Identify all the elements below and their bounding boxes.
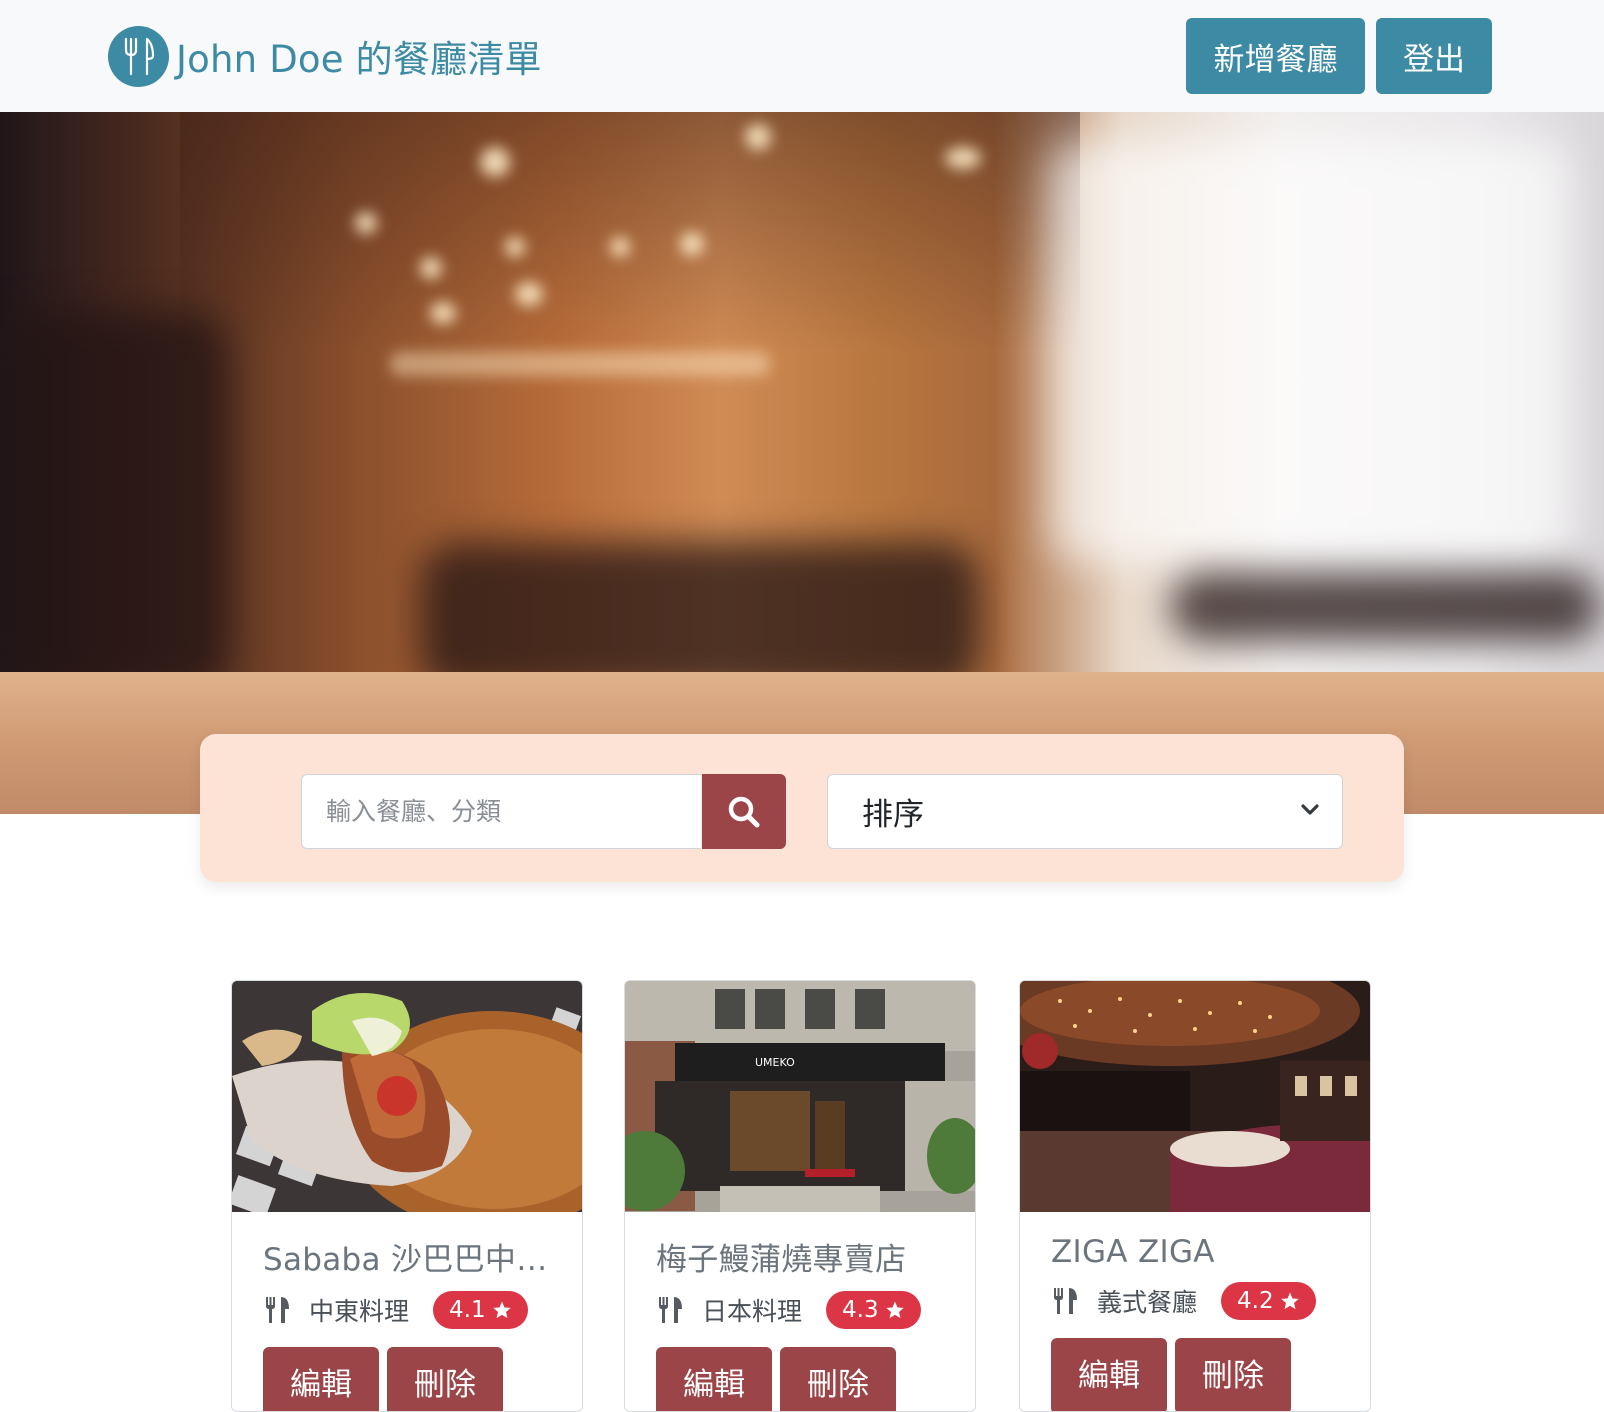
delete-button[interactable]: 刪除	[1175, 1338, 1291, 1411]
utensils-icon	[1054, 1288, 1077, 1314]
edit-button[interactable]: 編輯	[1051, 1338, 1167, 1411]
hero-banner	[0, 112, 1604, 814]
restaurant-card-body: 梅子鰻蒲燒專賣店 日本料理 4.3 編輯 刪除	[656, 1221, 959, 1411]
hero-light	[745, 124, 771, 150]
search-panel: 排序	[200, 734, 1404, 882]
delete-button[interactable]: 刪除	[780, 1347, 896, 1411]
hero-light	[505, 237, 525, 257]
restaurant-card-body: Sababa 沙巴巴中東美食 中東料理 4.1 編輯 刪除	[263, 1221, 566, 1411]
utensils-icon	[659, 1297, 682, 1323]
brand-link[interactable]: John Doe 的餐廳清單	[108, 25, 542, 87]
restaurant-meta: 中東料理 4.1	[263, 1289, 566, 1331]
logout-button[interactable]: 登出	[1376, 18, 1492, 94]
hero-bokeh-dark	[0, 312, 230, 692]
restaurant-card[interactable]: UMEKO 梅子鰻蒲燒專賣店 日本料理 4.3 編輯 刪除	[624, 980, 976, 1412]
star-icon	[492, 1301, 511, 1319]
rating-value: 4.1	[449, 1297, 486, 1323]
restaurant-photo: UMEKO	[625, 981, 975, 1212]
edit-button[interactable]: 編輯	[263, 1347, 379, 1411]
sort-selected-value: 排序	[862, 797, 924, 833]
hero-light	[945, 147, 981, 169]
brand-title: John Doe 的餐廳清單	[176, 38, 542, 81]
restaurant-category: 中東料理	[309, 1297, 410, 1326]
hero-light	[390, 352, 770, 376]
card-actions: 編輯 刪除	[656, 1347, 959, 1411]
rating-value: 4.2	[1237, 1288, 1274, 1314]
hero-bokeh-dark	[1170, 572, 1600, 642]
hero-light	[420, 257, 442, 279]
hero-light	[515, 282, 543, 306]
restaurant-photo	[1020, 981, 1370, 1212]
restaurant-card-body: ZIGA ZIGA 義式餐廳 4.2 編輯 刪除	[1051, 1221, 1354, 1411]
sort-select[interactable]: 排序	[827, 774, 1343, 849]
hero-light	[680, 232, 704, 256]
utensils-icon	[266, 1297, 289, 1323]
rating-badge: 4.2	[1221, 1282, 1316, 1320]
search-button[interactable]	[702, 774, 786, 849]
card-actions: 編輯 刪除	[263, 1347, 566, 1411]
hero-light	[430, 302, 456, 324]
restaurant-category: 日本料理	[702, 1297, 803, 1326]
restaurant-category: 義式餐廳	[1097, 1288, 1198, 1317]
chevron-down-icon	[1301, 804, 1319, 815]
svg-text:UMEKO: UMEKO	[755, 1056, 795, 1069]
rating-badge: 4.1	[433, 1291, 528, 1329]
restaurant-name: ZIGA ZIGA	[1051, 1234, 1215, 1270]
utensils-icon	[108, 25, 169, 87]
edit-button[interactable]: 編輯	[656, 1347, 772, 1411]
restaurant-name: 梅子鰻蒲燒專賣店	[656, 1242, 907, 1278]
rating-value: 4.3	[842, 1297, 879, 1323]
hero-ceiling-shade	[180, 112, 1080, 352]
hero-light	[610, 237, 630, 257]
delete-button[interactable]: 刪除	[387, 1347, 503, 1411]
restaurant-card[interactable]: Sababa 沙巴巴中東美食 中東料理 4.1 編輯 刪除	[231, 980, 583, 1412]
restaurant-card[interactable]: ZIGA ZIGA 義式餐廳 4.2 編輯 刪除	[1019, 980, 1371, 1412]
restaurant-name: Sababa 沙巴巴中東美食	[263, 1242, 553, 1278]
search-icon	[728, 796, 760, 827]
search-input[interactable]	[301, 774, 701, 849]
hero-bokeh-dark	[420, 542, 980, 692]
hero-window-light	[1050, 142, 1570, 562]
restaurant-meta: 義式餐廳 4.2	[1051, 1280, 1354, 1322]
rating-badge: 4.3	[826, 1291, 921, 1329]
restaurant-meta: 日本料理 4.3	[656, 1289, 959, 1331]
hero-light	[480, 147, 510, 177]
navbar: John Doe 的餐廳清單 新增餐廳 登出	[0, 0, 1604, 112]
star-icon	[1280, 1292, 1299, 1310]
restaurant-photo	[232, 981, 582, 1212]
add-restaurant-button[interactable]: 新增餐廳	[1186, 18, 1365, 94]
card-actions: 編輯 刪除	[1051, 1338, 1354, 1411]
star-icon	[885, 1301, 904, 1319]
hero-light	[355, 212, 377, 234]
